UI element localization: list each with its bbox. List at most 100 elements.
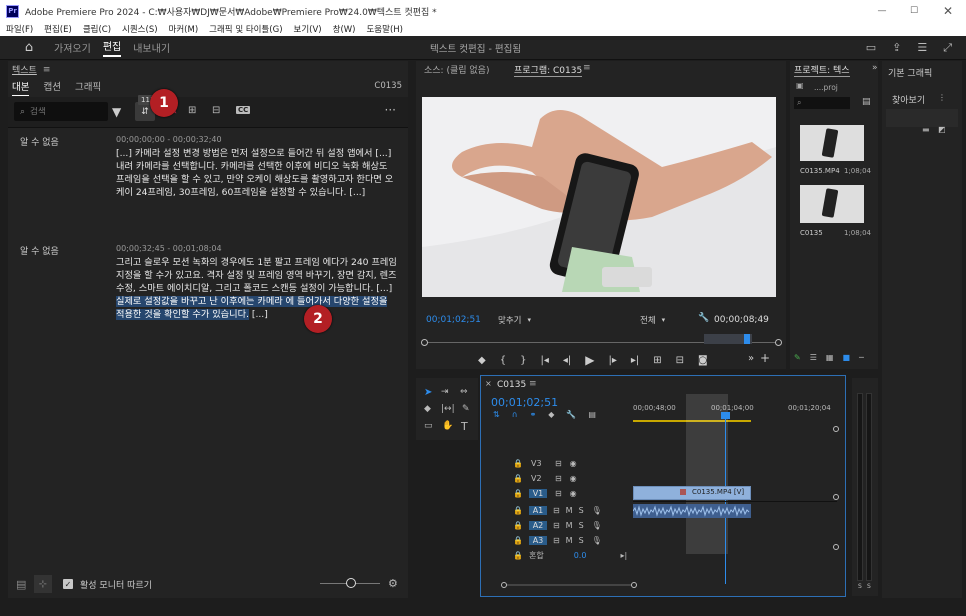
go-to-out-icon[interactable]: ▸| (631, 355, 639, 366)
mute-button[interactable]: M (566, 506, 573, 515)
tab-export[interactable]: 내보내기 (133, 40, 170, 55)
slip-tool-icon[interactable]: |↔| (441, 404, 455, 414)
speaker-label[interactable]: 알 수 없음 (20, 135, 59, 148)
caption-icon[interactable]: CC (236, 106, 251, 114)
sync-lock-icon[interactable]: ⊟ (555, 459, 562, 468)
list-view-icon[interactable]: ☰ (810, 353, 817, 362)
go-to-end-icon[interactable]: ▸| (620, 551, 627, 560)
panel-menu-icon[interactable]: ≡ (43, 65, 51, 75)
hand-tool-icon[interactable]: ✋ (442, 421, 453, 431)
timeline-timecode[interactable]: 00;01;02;51 (491, 396, 558, 409)
track-label[interactable]: V3 (531, 459, 547, 468)
panel-menu-icon[interactable]: ⋮ (938, 93, 946, 102)
step-forward-icon[interactable]: |▸ (608, 355, 616, 366)
scrub-bar[interactable] (421, 334, 782, 346)
search-input[interactable] (30, 106, 91, 117)
add-marker-icon[interactable]: ◆ (478, 355, 486, 366)
grid-icon[interactable]: ⊹ (34, 575, 52, 593)
filter-icon[interactable]: ▼ (112, 105, 121, 119)
fit-dropdown[interactable]: 맞추기 ▾ (498, 313, 548, 326)
transcript-paragraph[interactable]: 그리고 슬로우 모션 녹화의 경우에도 1분 팔고 프레임 에다가 240 프레… (116, 256, 398, 321)
menu-file[interactable]: 파일(F) (6, 23, 33, 35)
timeline-vscroll[interactable] (833, 426, 839, 596)
snap-icon[interactable]: ∩ (512, 410, 518, 419)
panel-menu-icon[interactable]: ≡ (529, 379, 537, 389)
menu-view[interactable]: 보기(V) (294, 23, 322, 35)
home-icon[interactable]: ⌂ (22, 40, 36, 55)
solo-left-button[interactable]: S (858, 583, 862, 590)
menu-graphics[interactable]: 그래픽 및 타이틀(G) (209, 23, 282, 35)
settings-icon[interactable]: ⚙ (388, 577, 398, 590)
solo-right-button[interactable]: S (867, 583, 871, 590)
tab-browse[interactable]: 찾아보기 (892, 93, 925, 106)
timeline-hscroll[interactable] (501, 582, 637, 588)
menu-help[interactable]: 도움말(H) (366, 23, 402, 35)
play-icon[interactable]: ▶ (585, 353, 594, 367)
tab-edit[interactable]: 편집 (102, 38, 122, 57)
folder-icon[interactable]: ▬ (922, 125, 930, 134)
project-thumbnail[interactable] (800, 125, 864, 161)
sync-lock-icon[interactable]: ⊟ (553, 506, 560, 515)
menu-marker[interactable]: 마커(M) (169, 23, 199, 35)
new-bin-icon[interactable]: ▤ (862, 97, 871, 107)
track-lanes[interactable]: C0135.MP4 [V] (633, 456, 837, 566)
tab-program[interactable]: 프로그램: C0135 (514, 63, 583, 77)
more-icon[interactable]: ··· (385, 103, 396, 117)
playhead-handle[interactable] (721, 412, 730, 419)
tab-essential-graphics[interactable]: 기본 그래픽 (888, 66, 932, 79)
workspaces-icon[interactable]: ▭ (866, 41, 876, 55)
tab-graphics[interactable]: 그래픽 (75, 79, 101, 96)
tab-sequence[interactable]: C0135 (497, 380, 526, 390)
lock-icon[interactable]: 🔒 (513, 536, 523, 545)
lock-icon[interactable]: 🔒 (513, 551, 523, 560)
slider-icon[interactable]: ─ (859, 353, 864, 362)
follow-monitor-checkbox[interactable]: ✓ (63, 579, 73, 589)
eye-icon[interactable]: ◉ (570, 459, 577, 468)
solo-button[interactable]: S (579, 536, 584, 545)
mark-out-icon[interactable]: } (520, 355, 526, 366)
extract-icon[interactable]: ⊟ (676, 355, 684, 366)
razor-tool-icon[interactable]: ◆ (424, 404, 431, 414)
step-back-icon[interactable]: ◂| (563, 355, 571, 366)
tab-transcript[interactable]: 대본 (12, 79, 30, 96)
lock-icon[interactable]: 🔒 (513, 489, 523, 498)
audio-clip[interactable] (633, 504, 751, 518)
sync-lock-icon[interactable]: ⊟ (555, 489, 562, 498)
nest-icon[interactable]: ⇅ (493, 410, 500, 419)
menu-sequence[interactable]: 시퀀스(S) (122, 23, 158, 35)
mute-button[interactable]: M (566, 521, 573, 530)
lock-icon[interactable]: 🔒 (513, 521, 523, 530)
lock-icon[interactable]: 🔒 (513, 459, 523, 468)
current-timecode[interactable]: 00;01;02;51 (426, 315, 481, 325)
rectangle-tool-icon[interactable]: ▭ (424, 421, 433, 431)
lift-icon[interactable]: ⊞ (653, 355, 661, 366)
lock-icon[interactable]: 🔒 (513, 506, 523, 515)
fullscreen-icon[interactable]: ⤢ (943, 41, 952, 55)
menu-window[interactable]: 창(W) (333, 23, 356, 35)
add-button-icon[interactable]: + (760, 351, 770, 365)
project-thumbnail[interactable] (800, 185, 864, 223)
time-ruler[interactable]: 00;00;48;00 00;01;04;00 00;01;20;04 (633, 400, 837, 422)
tab-import[interactable]: 가져오기 (54, 40, 91, 55)
maximize-button[interactable]: ☐ (898, 0, 930, 22)
quality-dropdown[interactable]: 전체 ▾ (640, 313, 690, 326)
track-label[interactable]: A1 (528, 506, 547, 515)
mic-icon[interactable]: 🎙 (592, 521, 602, 530)
mix-value[interactable]: 0.0 (574, 551, 587, 560)
stack-icon[interactable]: ◩ (938, 125, 946, 134)
tab-captions[interactable]: 캡션 (43, 79, 60, 96)
mark-in-icon[interactable]: { (500, 355, 506, 366)
track-label[interactable]: A2 (528, 521, 547, 530)
text-panel-title[interactable]: 텍스트 (12, 63, 37, 76)
share-icon[interactable]: ⇪ (892, 41, 901, 55)
wrench-icon[interactable]: 🔧 (698, 313, 709, 323)
mute-button[interactable]: M (566, 536, 573, 545)
close-tab-icon[interactable]: × (485, 379, 492, 388)
expand-icon[interactable]: » (872, 63, 878, 73)
pen-tool-icon[interactable]: ✎ (462, 404, 470, 414)
sync-lock-icon[interactable]: ⊟ (553, 536, 560, 545)
mic-icon[interactable]: 🎙 (592, 506, 602, 515)
menu-clip[interactable]: 클립(C) (83, 23, 111, 35)
marker-icon[interactable]: ◆ (548, 410, 554, 419)
caption-track-icon[interactable]: ▤ (16, 578, 26, 591)
